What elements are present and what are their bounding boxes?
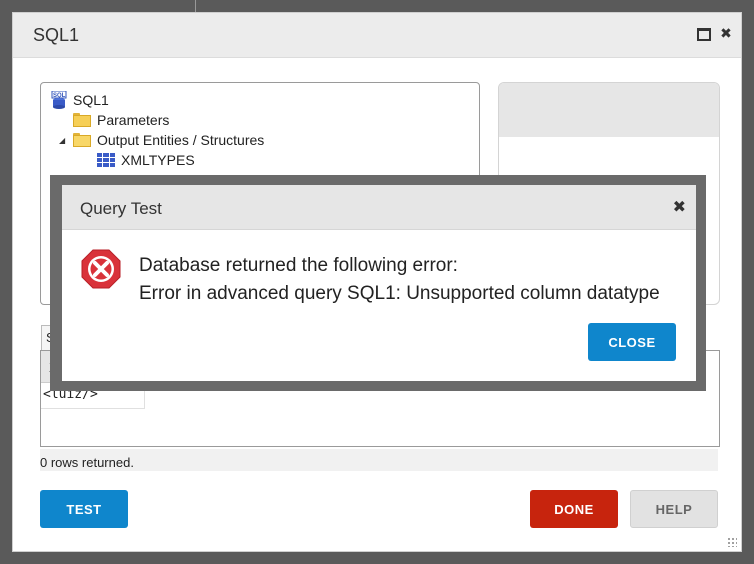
status-bar — [40, 449, 718, 471]
error-icon — [81, 249, 121, 289]
resize-grip-icon[interactable] — [727, 537, 737, 547]
tree-item-root[interactable]: SQL SQL1 — [51, 90, 109, 110]
help-button[interactable]: HELP — [630, 490, 718, 528]
tree-item-label: Parameters — [97, 112, 170, 128]
folder-icon — [73, 113, 91, 127]
query-test-dialog: Query Test ✖ Database returned the follo… — [62, 185, 696, 381]
dialog-title: Query Test — [80, 199, 162, 218]
close-button[interactable]: CLOSE — [588, 323, 676, 361]
properties-panel-header — [499, 83, 719, 137]
close-window-button[interactable]: ✖ — [719, 26, 733, 40]
tree-item-label: Output Entities / Structures — [97, 132, 265, 148]
background-divider — [195, 0, 196, 12]
close-icon: ✖ — [720, 25, 732, 41]
expanded-triangle-icon[interactable]: ◢ — [59, 136, 69, 145]
tree-item-xmltypes[interactable]: XMLTYPES — [97, 150, 195, 170]
maximize-icon — [697, 28, 711, 41]
window-title: SQL1 — [33, 25, 80, 45]
database-icon: SQL — [51, 91, 67, 109]
done-button[interactable]: DONE — [530, 490, 618, 528]
test-button[interactable]: TEST — [40, 490, 128, 528]
tree-item-label: XMLTYPES — [121, 152, 195, 168]
tree-item-output-entities[interactable]: ◢ Output Entities / Structures — [59, 130, 264, 150]
window-header: SQL1 ✖ — [13, 13, 741, 58]
error-message-line1: Database returned the following error: — [139, 255, 458, 276]
error-message-line2: Error in advanced query SQL1: Unsupporte… — [139, 283, 660, 304]
open-folder-icon — [73, 133, 91, 147]
dialog-close-icon[interactable]: ✖ — [673, 197, 686, 217]
dialog-header: Query Test ✖ — [62, 185, 696, 230]
tree-root-label: SQL1 — [73, 92, 109, 108]
maximize-button[interactable] — [697, 26, 711, 41]
rows-returned-status: 0 rows returned. — [40, 455, 134, 470]
tree-item-parameters[interactable]: Parameters — [73, 110, 169, 130]
table-icon — [97, 153, 115, 167]
